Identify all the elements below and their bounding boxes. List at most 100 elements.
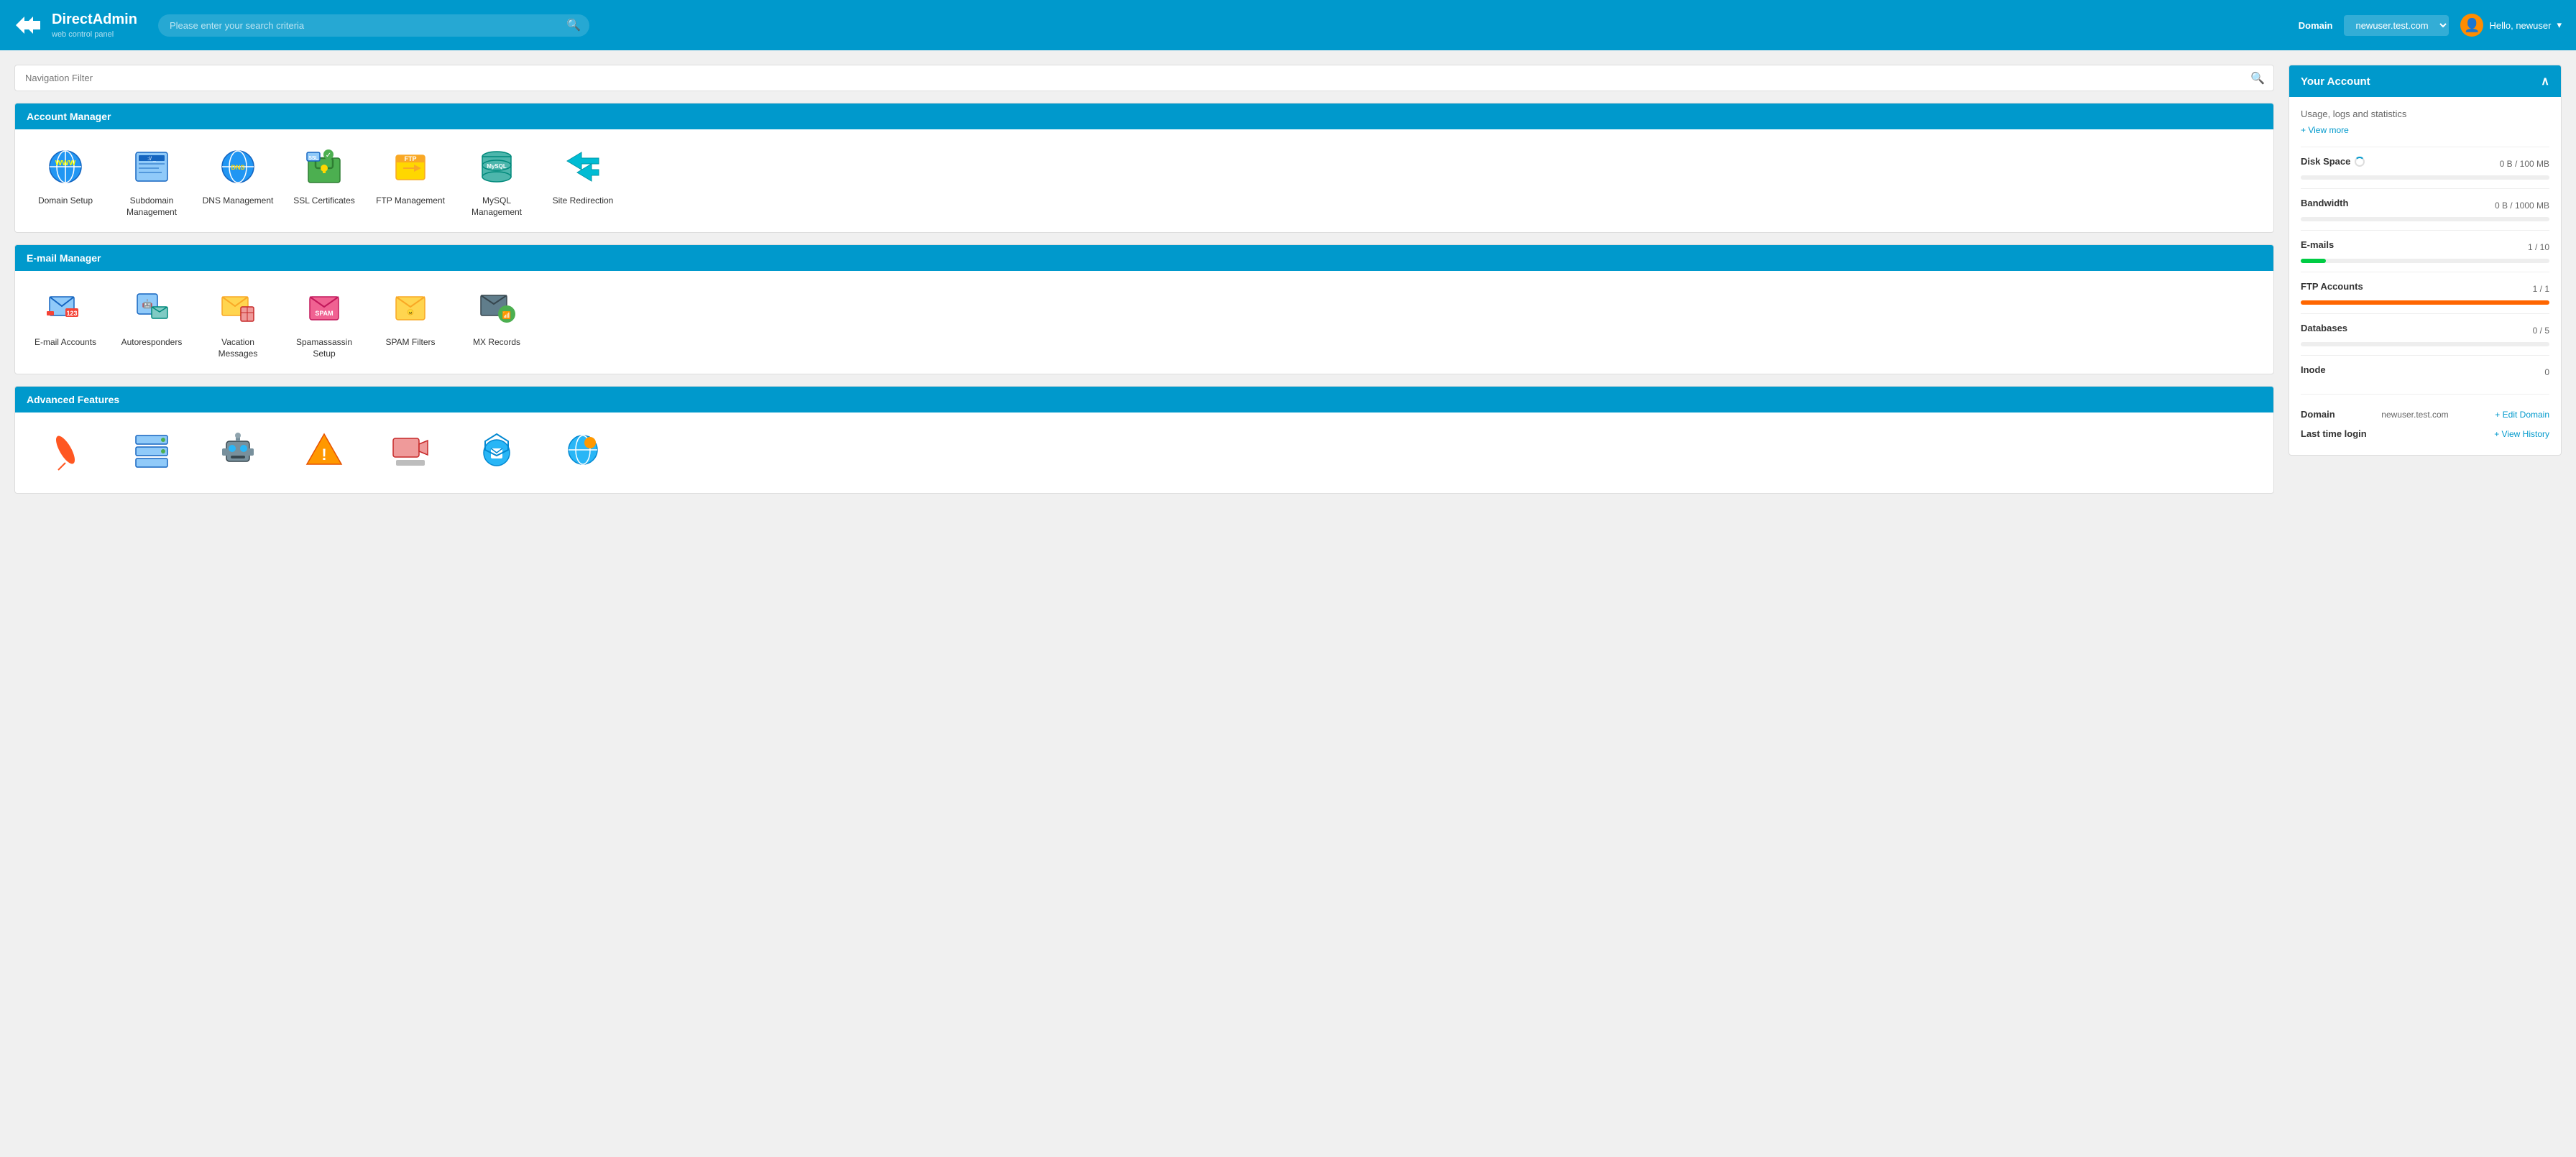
header-right: Domain newuser.test.com 👤 Hello, newuser… [2299, 14, 2562, 37]
domain-info-box: Domain newuser.test.com + Edit Domain La… [2301, 394, 2549, 443]
icon-label-vacation-msg: Vacation Messages [202, 337, 274, 359]
icon-item-feat5[interactable] [374, 427, 446, 479]
icon-label-spam-filters: SPAM Filters [385, 337, 435, 349]
icon-label-mx-records: MX Records [473, 337, 520, 349]
icon-item-feat6[interactable] [461, 427, 533, 479]
stat-bar-2 [2301, 259, 2326, 263]
search-icon[interactable]: 🔍 [566, 18, 581, 32]
svg-text:!: ! [321, 446, 326, 464]
domain-label: Domain [2299, 20, 2333, 31]
icon-item-site-redirect[interactable]: Site Redirection [547, 144, 619, 218]
icon-item-ssl-certs[interactable]: SSL ✓ SSL Certificates [288, 144, 360, 218]
icon-item-dns-mgmt[interactable]: DNS DNS Management [202, 144, 274, 218]
stat-value-1: 0 B / 1000 MB [2495, 200, 2549, 211]
icon-item-mx-records[interactable]: 📶 MX Records [461, 285, 533, 359]
icon-item-ftp-mgmt[interactable]: FTP FTP Management [374, 144, 446, 218]
svg-text:FTP: FTP [405, 155, 417, 162]
svg-text:✓: ✓ [326, 152, 331, 160]
svg-text::// _: :// _ [147, 157, 156, 162]
stat-value-3: 1 / 1 [2533, 284, 2549, 294]
svg-text:MySQL: MySQL [487, 163, 507, 170]
domain-info-value: newuser.test.com [2381, 410, 2448, 420]
section-account-manager: Account Manager WWW Domain Setup :// _ S… [14, 103, 2274, 233]
search-input[interactable] [158, 14, 589, 37]
icon-item-feat2[interactable] [116, 427, 188, 479]
nav-filter-input[interactable] [15, 65, 2273, 91]
stat-row-0: Disk Space0 B / 100 MB [2301, 147, 2549, 188]
logo-text-area: DirectAdmin web control panel [52, 11, 137, 39]
spam-filter-icon: 😠 [387, 285, 433, 331]
stat-row-5: Inode 0 [2301, 355, 2549, 388]
stat-value-2: 1 / 10 [2528, 242, 2549, 252]
user-avatar: 👤 [2460, 14, 2483, 37]
stat-value-5: 0 [2544, 367, 2549, 377]
collapse-icon[interactable]: ∧ [2541, 74, 2549, 88]
view-more-link[interactable]: + View more [2301, 125, 2549, 135]
stat-label-4: Databases [2301, 323, 2347, 333]
domain-selector[interactable]: newuser.test.com [2344, 15, 2449, 36]
section-header-account-manager: Account Manager [15, 103, 2273, 129]
icon-item-domain-setup[interactable]: WWW Domain Setup [29, 144, 101, 218]
stat-bar-bg-0 [2301, 175, 2549, 180]
your-account-header: Your Account ∧ [2289, 65, 2561, 97]
your-account-content: Usage, logs and statistics + View more D… [2289, 97, 2561, 455]
svg-text:123: 123 [66, 310, 77, 317]
stat-label-1: Bandwidth [2301, 198, 2348, 208]
icon-label-spamassassin: Spamassassin Setup [288, 337, 360, 359]
icon-item-spam-filters[interactable]: 😠 SPAM Filters [374, 285, 446, 359]
mysql-icon: MySQL [474, 144, 520, 190]
search-container: 🔍 [158, 14, 589, 37]
stat-bar-3 [2301, 300, 2549, 305]
nav-filter-container: 🔍 [14, 65, 2274, 91]
icon-label-ssl-certs: SSL Certificates [293, 195, 355, 207]
last-login-label: Last time login [2301, 428, 2367, 439]
stat-value-0: 0 B / 100 MB [2500, 159, 2549, 169]
robot-icon [215, 427, 261, 473]
feather-icon [42, 427, 88, 473]
icon-label-dns-mgmt: DNS Management [203, 195, 274, 207]
stat-label-5: Inode [2301, 364, 2326, 375]
server-install-icon [129, 427, 175, 473]
icon-item-feat3[interactable] [202, 427, 274, 479]
mx-icon: 📶 [474, 285, 520, 331]
logo-area: DirectAdmin web control panel [14, 9, 144, 41]
icon-label-domain-setup: Domain Setup [38, 195, 93, 207]
icon-label-email-accounts: E-mail Accounts [34, 337, 96, 349]
email-icon: 123 [42, 285, 88, 331]
edit-domain-link[interactable]: + Edit Domain [2495, 410, 2549, 420]
stat-bar-bg-2 [2301, 259, 2549, 263]
your-account-title: Your Account [2301, 75, 2370, 88]
svg-text:SPAM: SPAM [315, 310, 333, 317]
icon-item-feat7[interactable] [547, 427, 619, 479]
icon-item-subdomain-mgmt[interactable]: :// _ Subdomain Management [116, 144, 188, 218]
section-advanced-features: Advanced Features ! [14, 386, 2274, 494]
stat-bar-bg-3 [2301, 300, 2549, 305]
dropdown-arrow: ▾ [2557, 19, 2562, 31]
icon-item-email-accounts[interactable]: 123 E-mail Accounts [29, 285, 101, 359]
section-email-manager: E-mail Manager 123 E-mail Accounts 🤖 Aut… [14, 244, 2274, 374]
section-content-advanced-features: ! [15, 412, 2273, 493]
icon-item-autoresponders[interactable]: 🤖 Autoresponders [116, 285, 188, 359]
account-subtitle: Usage, logs and statistics [2301, 109, 2549, 119]
icon-item-mysql-mgmt[interactable]: MySQL MySQL Management [461, 144, 533, 218]
domain-info-row: Domain newuser.test.com + Edit Domain [2301, 405, 2549, 424]
loading-spinner [2355, 157, 2365, 167]
svg-text:📶: 📶 [502, 310, 511, 320]
icon-item-feat4[interactable]: ! [288, 427, 360, 479]
icon-item-feat1[interactable] [29, 427, 101, 479]
svg-text:DNS: DNS [231, 164, 244, 171]
icon-label-subdomain-mgmt: Subdomain Management [116, 195, 188, 218]
svg-text:😠: 😠 [407, 309, 414, 315]
icon-item-spamassassin[interactable]: SPAM Spamassassin Setup [288, 285, 360, 359]
icon-item-vacation-msg[interactable]: Vacation Messages [202, 285, 274, 359]
svg-text:SSL: SSL [308, 156, 318, 161]
logo-title: DirectAdmin [52, 11, 137, 28]
svg-text:WWW: WWW [55, 160, 76, 167]
ssl-icon: SSL ✓ [301, 144, 347, 190]
stat-row-3: FTP Accounts1 / 1 [2301, 272, 2549, 313]
right-panel: Your Account ∧ Usage, logs and statistic… [2288, 65, 2562, 505]
autoresponder-icon: 🤖 [129, 285, 175, 331]
user-greeting[interactable]: 👤 Hello, newuser ▾ [2460, 14, 2562, 37]
stat-row-1: Bandwidth 0 B / 1000 MB [2301, 188, 2549, 230]
view-history-link[interactable]: + View History [2494, 429, 2549, 439]
